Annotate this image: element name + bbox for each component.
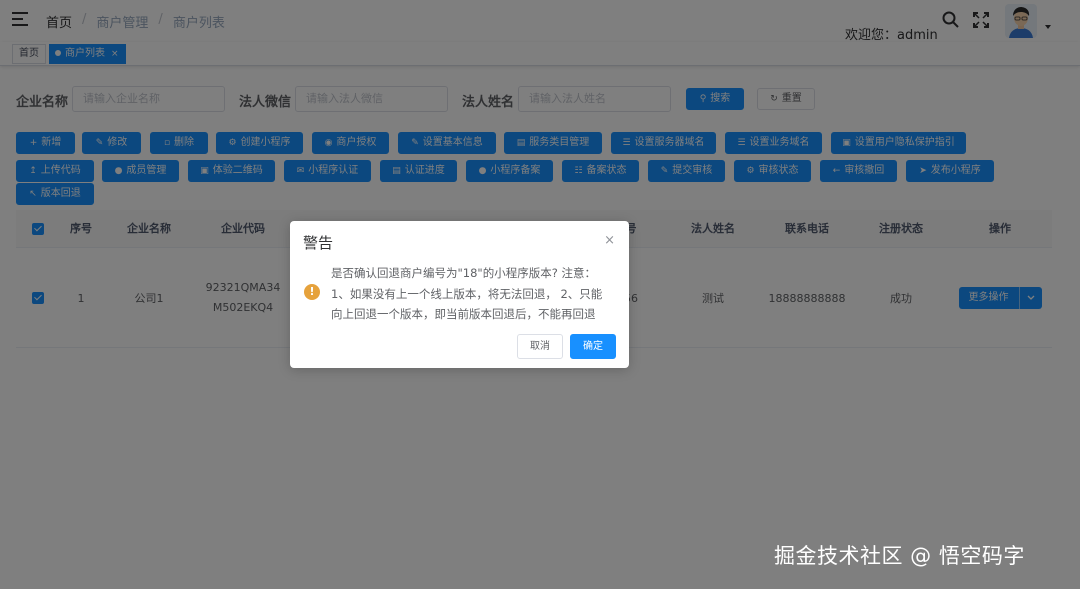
dialog-title: 警告 [303,234,334,252]
watermark: 掘金技术社区 @ 悟空码字 [774,544,1025,568]
dialog-message: 是否确认回退商户编号为"18"的小程序版本? 注意：1、如果没有上一个线上版本，… [331,266,603,321]
warning-icon: ! [304,284,320,300]
warning-dialog: 警告 × ! 是否确认回退商户编号为"18"的小程序版本? 注意：1、如果没有上… [290,221,629,368]
confirm-button[interactable]: 确定 [570,334,616,359]
close-icon[interactable]: × [604,233,615,248]
cancel-button[interactable]: 取消 [517,334,563,359]
